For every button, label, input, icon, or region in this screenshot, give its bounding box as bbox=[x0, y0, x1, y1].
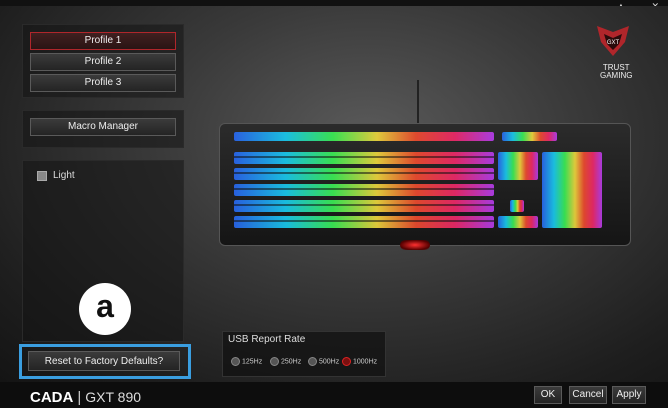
overlay-logo-icon: a bbox=[79, 283, 131, 335]
profile-1-button[interactable]: Profile 1 bbox=[30, 32, 176, 50]
keyboard-cable bbox=[417, 80, 419, 124]
brand-name: CADA bbox=[30, 389, 74, 406]
light-label: Light bbox=[53, 170, 75, 181]
usb-report-rate-panel: USB Report Rate 125Hz 250Hz 500Hz 1000Hz bbox=[222, 331, 386, 377]
radio-dot-icon bbox=[270, 357, 279, 366]
reset-factory-defaults-button[interactable]: Reset to Factory Defaults? bbox=[28, 351, 180, 371]
radio-1000hz[interactable]: 1000Hz bbox=[342, 357, 377, 366]
gxt-skull-icon: GXT bbox=[597, 26, 629, 56]
trust-gaming-logo: TRUST GAMING bbox=[600, 64, 632, 80]
radio-250hz[interactable]: 250Hz bbox=[270, 357, 301, 366]
keyboard-image bbox=[219, 123, 631, 246]
keyboard-keys-icon bbox=[234, 132, 602, 228]
ok-button[interactable]: OK bbox=[534, 386, 562, 404]
cancel-button[interactable]: Cancel bbox=[569, 386, 607, 404]
profile-3-button[interactable]: Profile 3 bbox=[30, 74, 176, 92]
radio-dot-icon bbox=[231, 357, 240, 366]
profile-2-button[interactable]: Profile 2 bbox=[30, 53, 176, 71]
apply-button[interactable]: Apply bbox=[612, 386, 646, 404]
light-checkbox[interactable] bbox=[37, 171, 47, 181]
radio-500hz[interactable]: 500Hz bbox=[308, 357, 339, 366]
model-name: GXT 890 bbox=[85, 389, 142, 405]
macro-manager-button[interactable]: Macro Manager bbox=[30, 118, 176, 136]
gxt-badge-text: GXT bbox=[607, 40, 620, 46]
usb-report-rate-title: USB Report Rate bbox=[228, 334, 306, 345]
gaming-text: GAMING bbox=[600, 71, 633, 80]
radio-dot-selected-icon bbox=[342, 357, 351, 366]
reset-highlight: Reset to Factory Defaults? bbox=[19, 344, 191, 379]
radio-125hz[interactable]: 125Hz bbox=[231, 357, 262, 366]
brand-label: CADA | GXT 890 bbox=[30, 389, 141, 406]
radio-dot-icon bbox=[308, 357, 317, 366]
brand-separator: | bbox=[77, 389, 82, 406]
keyboard-logo-glow bbox=[400, 240, 430, 250]
